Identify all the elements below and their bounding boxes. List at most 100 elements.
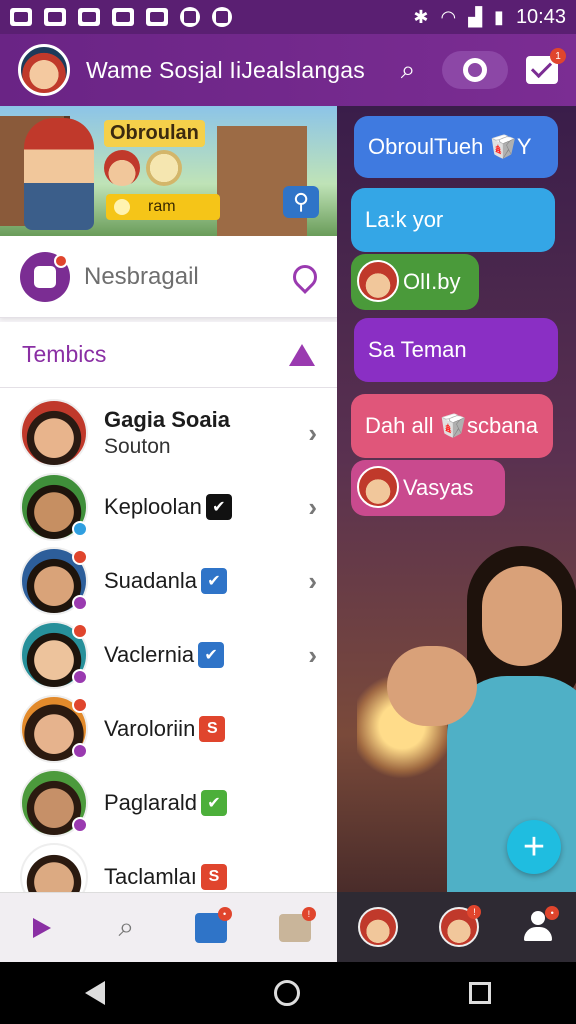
inbox-icon[interactable]: ! xyxy=(278,906,316,945)
app-title: Wame Sosjal IiJealslangas xyxy=(86,56,365,83)
notification-icon xyxy=(10,8,32,26)
hero-bar-text: ram xyxy=(148,198,176,215)
chat-bubble[interactable]: OlI.by xyxy=(351,254,479,310)
avatar[interactable]: ! xyxy=(439,905,482,947)
notification-badge: 1 xyxy=(550,48,566,64)
notification-badge: ! xyxy=(467,905,482,919)
left-panel: Obroulan ram ⚲ Nesbragail Tembics Gagia … xyxy=(0,106,337,892)
section-title: Tembics xyxy=(22,341,107,367)
chat-bubble-text: Vasyas xyxy=(403,475,474,500)
status-dot xyxy=(72,521,88,537)
play-icon[interactable] xyxy=(25,911,59,945)
notification-icon xyxy=(212,7,232,27)
contact-text: Keploolan ✔ xyxy=(104,494,232,520)
contact-name: Varoloriin xyxy=(104,716,196,741)
avatar xyxy=(20,843,88,892)
status-system-icons: ✱ ◠ ▟ ▮ 10:43 xyxy=(413,6,566,29)
status-dot xyxy=(72,817,88,833)
verified-check-icon: ✔ xyxy=(200,568,227,594)
avatar xyxy=(20,547,88,615)
recents-icon[interactable] xyxy=(469,982,492,1004)
search-bar[interactable]: Nesbragail xyxy=(0,236,337,318)
contact-text: Gagia Soaia Souton xyxy=(104,407,230,459)
contact-name-row: Taclamlaı S xyxy=(104,864,227,890)
app-badge-icon xyxy=(20,251,70,302)
s-badge-icon: S xyxy=(199,716,226,742)
contact-row[interactable]: Paglarald ✔ xyxy=(0,766,337,840)
hero-progress-bar: ram xyxy=(106,194,220,220)
contact-row[interactable]: Gagia Soaia Souton › xyxy=(0,396,337,470)
warning-icon[interactable] xyxy=(289,343,315,366)
avatar[interactable] xyxy=(357,907,398,947)
contact-name: Keploolan xyxy=(104,494,202,519)
chat-bubble[interactable]: La:k yor xyxy=(351,188,555,252)
system-nav-bar xyxy=(0,962,576,1024)
status-dot xyxy=(72,595,88,611)
bottom-tab-bar: ⌕ • ! xyxy=(0,892,337,962)
search-icon[interactable]: ⌕ xyxy=(109,911,143,945)
back-icon[interactable] xyxy=(84,981,105,1005)
contact-subtitle: Souton xyxy=(104,435,171,458)
contact-name-row: Suadanla ✔ xyxy=(104,568,227,594)
status-notification-icons xyxy=(10,7,232,27)
signal-icon: ▟ xyxy=(468,6,483,27)
s-badge-icon: S xyxy=(200,864,227,890)
character-illustration xyxy=(24,118,94,230)
camera-icon xyxy=(463,58,487,82)
contact-row[interactable]: Keploolan ✔ › xyxy=(0,470,337,544)
contact-row[interactable]: Suadanla ✔ › xyxy=(0,544,337,618)
house-illustration xyxy=(217,126,307,236)
profile-icon[interactable]: • xyxy=(521,906,560,944)
notification-badge: ! xyxy=(301,906,316,921)
location-pin-icon[interactable] xyxy=(288,259,322,294)
camera-toggle-button[interactable] xyxy=(442,51,508,89)
contact-row[interactable]: Taclamlaı S xyxy=(0,840,337,892)
character-avatar xyxy=(104,150,140,186)
contact-row[interactable]: Vaclernia ✔ › xyxy=(0,618,337,692)
contact-text: Paglarald ✔ xyxy=(104,790,227,816)
contact-text: Taclamlaı S xyxy=(104,864,227,890)
contact-name: Paglarald xyxy=(104,790,197,815)
link-icon[interactable]: ⚲ xyxy=(283,186,319,218)
verified-check-icon: ✔ xyxy=(200,790,227,816)
contact-list: Gagia Soaia Souton › Keploolan ✔ › Suadan… xyxy=(0,388,337,892)
verified-check-icon: ✔ xyxy=(205,494,232,520)
chat-bubble-text: OlI.by xyxy=(403,269,461,294)
contact-name: Taclamlaı xyxy=(104,864,197,889)
status-dot xyxy=(72,697,88,713)
notification-badge: • xyxy=(217,906,232,921)
home-icon[interactable] xyxy=(273,980,300,1006)
add-button[interactable]: + xyxy=(507,820,561,874)
wifi-icon: ◠ xyxy=(440,6,457,27)
hero-characters xyxy=(104,150,182,186)
chat-bubble[interactable]: Vasyas xyxy=(351,460,505,516)
avatar xyxy=(20,473,88,541)
contact-name: Gagia Soaia xyxy=(104,407,230,432)
hero-banner[interactable]: Obroulan ram ⚲ xyxy=(0,106,337,236)
contact-text: Varoloriin S xyxy=(104,716,226,742)
sender-avatar xyxy=(357,260,399,302)
map-icon[interactable]: • xyxy=(194,906,232,945)
search-input[interactable]: Nesbragail xyxy=(84,263,199,291)
notification-icon xyxy=(180,7,200,27)
avatar xyxy=(20,769,88,837)
verified-check-icon: ✔ xyxy=(198,642,225,668)
status-dot xyxy=(72,669,88,685)
search-icon[interactable]: ⌕ xyxy=(392,54,424,86)
section-header: Tembics xyxy=(0,322,337,388)
chat-bubble[interactable]: Dah all 🥡scbana xyxy=(351,394,553,458)
avatar xyxy=(20,399,88,467)
sender-avatar xyxy=(357,466,399,508)
hero-title: Obroulan xyxy=(104,120,205,147)
chat-bubble[interactable]: ObroulTueh 🥡Y xyxy=(354,116,558,178)
chevron-right-icon: › xyxy=(308,491,317,522)
chevron-right-icon: › xyxy=(308,417,317,448)
chat-bubble[interactable]: Sa Teman xyxy=(354,318,558,382)
contact-name-row: Keploolan ✔ xyxy=(104,494,232,520)
app-avatar[interactable] xyxy=(18,44,70,96)
contact-row[interactable]: Varoloriin S xyxy=(0,692,337,766)
chat-panel: ObroulTueh 🥡Y La:k yor OlI.by Sa Teman D… xyxy=(337,106,576,892)
mail-icon[interactable]: 1 xyxy=(526,48,566,84)
notification-badge: • xyxy=(545,906,560,920)
status-bar: ✱ ◠ ▟ ▮ 10:43 xyxy=(0,0,576,34)
